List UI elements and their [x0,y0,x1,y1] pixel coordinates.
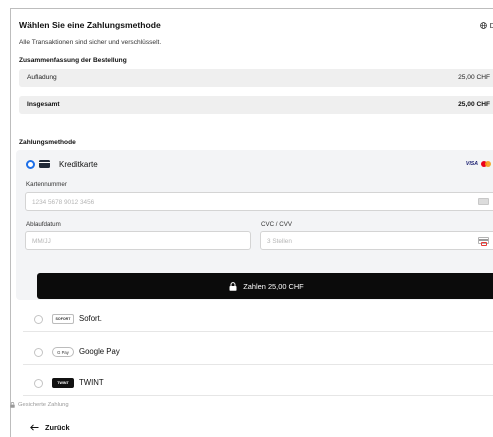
secure-payment-label: Gesicherte Zahlung [18,402,69,408]
header: Wählen Sie eine Zahlungsmethode DE [19,20,493,34]
payment-option-google-pay[interactable]: G Pay Google Pay [23,339,493,365]
credit-card-radio[interactable] [26,160,35,169]
back-button-label: Zurück [45,423,70,432]
expiry-placeholder: MM/JJ [32,238,51,245]
back-button[interactable]: Zurück [30,423,70,432]
sofort-logo: SOFORT [52,314,74,324]
cvc-label: CVC / CVV [261,221,292,228]
lock-icon [10,402,15,408]
globe-icon [479,22,487,29]
summary-row-label: Aufladung [27,74,57,81]
payment-option-twint[interactable]: TWINT TWINT [23,370,493,396]
summary-title: Zusammenfassung der Bestellung [19,57,127,64]
payment-panel: Wählen Sie eine Zahlungsmethode DE Alle … [10,8,493,437]
page-title: Wählen Sie eine Zahlungsmethode [19,20,161,30]
sofort-radio[interactable] [34,315,43,324]
cvc-placeholder: 3 Stellen [267,238,292,245]
summary-total-value: 25,00 CHF [458,101,490,108]
sofort-label: Sofort. [79,314,102,323]
page-subtitle: Alle Transaktionen sind sicher und versc… [19,39,162,46]
summary-row-value: 25,00 CHF [458,74,490,81]
expiry-label: Ablaufdatum [26,221,61,228]
cvc-card-icon [478,237,489,246]
card-number-placeholder: 1234 5678 9012 3456 [32,199,95,206]
arrow-left-icon [30,424,39,431]
cvc-input[interactable]: 3 Stellen [260,231,493,250]
credit-card-label: Kreditkarte [59,160,98,169]
credit-card-icon [39,160,50,168]
summary-total-label: Insgesamt [27,101,60,108]
google-pay-label: Google Pay [79,347,120,356]
pay-button[interactable]: Zahlen 25,00 CHF [37,273,493,299]
card-number-label: Kartennummer [26,181,67,188]
lock-icon [229,281,237,291]
payment-method-title: Zahlungsmethode [19,139,76,146]
visa-logo: VISA [465,161,478,167]
google-pay-radio[interactable] [34,348,43,357]
secure-payment-note: Gesicherte Zahlung [10,402,69,408]
mastercard-logo [481,161,491,167]
twint-logo: TWINT [52,378,74,388]
google-pay-logo: G Pay [52,347,74,357]
card-number-input[interactable]: 1234 5678 9012 3456 [25,192,493,211]
expiry-input[interactable]: MM/JJ [25,231,251,250]
twint-label: TWINT [79,378,104,387]
pay-button-label: Zahlen 25,00 CHF [243,281,304,291]
card-number-icon [478,198,489,205]
language-selector[interactable]: DE [479,21,493,30]
summary-row-topup: Aufladung 25,00 CHF [19,69,493,87]
payment-option-sofort[interactable]: SOFORT Sofort. [23,306,493,332]
twint-radio[interactable] [34,379,43,388]
summary-row-total: Insgesamt 25,00 CHF [19,96,493,114]
